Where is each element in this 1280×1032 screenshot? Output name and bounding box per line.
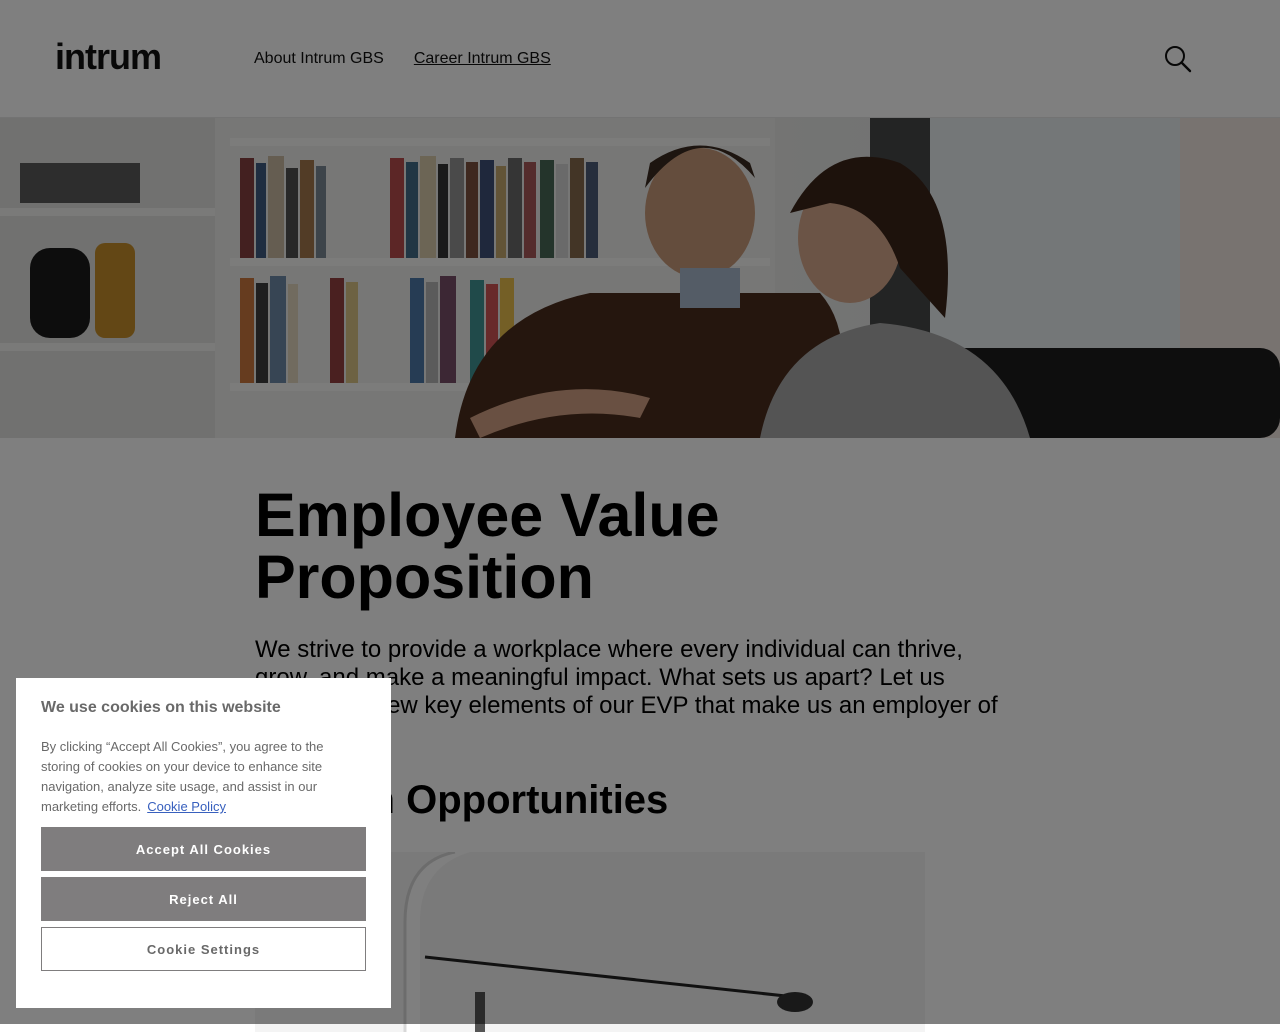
cookie-banner-title: We use cookies on this website xyxy=(41,699,281,716)
cookie-policy-link[interactable]: Cookie Policy xyxy=(147,799,226,814)
cookie-settings-button[interactable]: Cookie Settings xyxy=(41,927,366,971)
cookie-banner-description: By clicking “Accept All Cookies”, you ag… xyxy=(41,737,366,817)
cookie-banner: We use cookies on this website By clicki… xyxy=(16,678,391,1008)
reject-all-button[interactable]: Reject All xyxy=(41,877,366,921)
accept-all-cookies-button[interactable]: Accept All Cookies xyxy=(41,827,366,871)
